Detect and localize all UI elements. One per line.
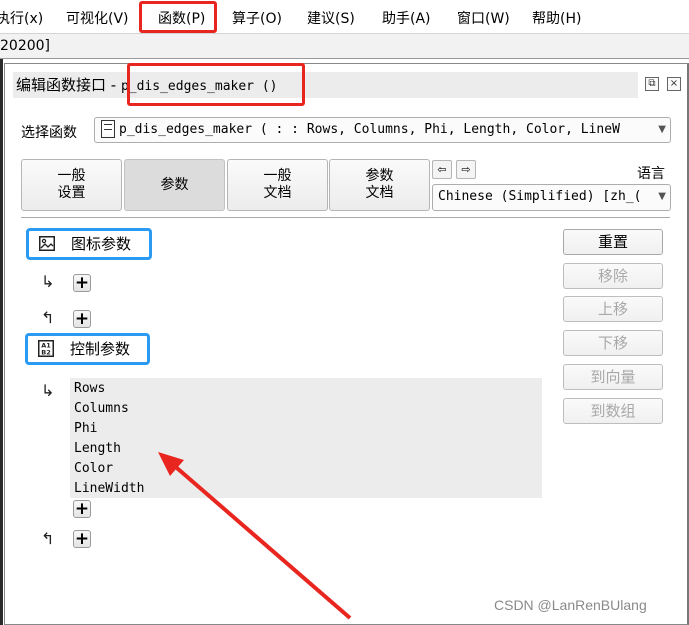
- select-function-combobox[interactable]: p_dis_edges_maker ( : : Rows, Columns, P…: [94, 117, 671, 143]
- output-arrow-icon: ↰: [41, 308, 55, 327]
- tab-parameter-documentation[interactable]: 参数 文档: [329, 159, 430, 211]
- control-input-parameter-list: Rows Columns Phi Length Color LineWidth: [70, 378, 542, 498]
- annotation-highlight-title: [127, 63, 305, 106]
- move-up-button[interactable]: 上移: [563, 296, 663, 322]
- path-text: 20200]: [0, 38, 50, 54]
- add-iconic-input-button[interactable]: +: [73, 274, 91, 292]
- tab-general-settings[interactable]: 一般 设置: [21, 159, 122, 211]
- window-edge: [0, 59, 3, 625]
- param-item[interactable]: Columns: [74, 399, 129, 419]
- output-arrow-icon: ↰: [41, 529, 55, 548]
- close-icon[interactable]: ×: [667, 77, 681, 91]
- param-item[interactable]: Length: [74, 439, 121, 459]
- select-function-label: 选择函数: [21, 125, 77, 141]
- input-arrow-icon: ↳: [41, 381, 55, 400]
- remove-button[interactable]: 移除: [563, 263, 663, 289]
- menu-bar: 执行(x) 可视化(V) 函数(P) 算子(O) 建议(S) 助手(A) 窗口(…: [0, 0, 689, 34]
- menu-execute[interactable]: 执行(x): [0, 8, 43, 28]
- select-function-value: p_dis_edges_maker ( : : Rows, Columns, P…: [119, 122, 620, 137]
- reset-button[interactable]: 重置: [563, 229, 663, 255]
- dialog-titlebar[interactable]: 编辑函数接口 - p_dis_edges_maker (): [13, 72, 638, 98]
- image-icon: [39, 236, 55, 251]
- nav-back-button[interactable]: ⇦: [432, 160, 452, 179]
- language-label: 语言: [637, 166, 665, 182]
- section-label: 控制参数: [70, 340, 131, 358]
- to-vector-button[interactable]: 到向量: [563, 364, 663, 390]
- restore-icon[interactable]: ⧉: [645, 77, 659, 91]
- nav-forward-button[interactable]: ⇨: [456, 160, 476, 179]
- add-iconic-output-button[interactable]: +: [73, 310, 91, 328]
- annotation-highlight-menu: [139, 1, 217, 33]
- input-arrow-icon: ↳: [41, 272, 55, 291]
- language-combobox[interactable]: Chinese (Simplified) [zh_( ▼: [432, 184, 671, 211]
- menu-operator[interactable]: 算子(O): [232, 8, 282, 28]
- move-down-button[interactable]: 下移: [563, 330, 663, 356]
- menu-suggestions[interactable]: 建议(S): [307, 8, 355, 28]
- svg-text:B2: B2: [41, 349, 50, 357]
- menu-assistant[interactable]: 助手(A): [382, 8, 431, 28]
- watermark: CSDN @LanRenBUlang: [494, 597, 647, 613]
- document-icon: [101, 119, 115, 138]
- section-iconic-parameters: 图标参数: [26, 228, 152, 260]
- menu-visualize[interactable]: 可视化(V): [66, 8, 129, 28]
- path-bar: 20200]: [0, 33, 689, 59]
- menu-window[interactable]: 窗口(W): [457, 8, 510, 28]
- chevron-down-icon: ▼: [658, 191, 666, 202]
- param-item[interactable]: LineWidth: [74, 479, 144, 499]
- add-control-output-button[interactable]: +: [73, 530, 91, 548]
- menu-help[interactable]: 帮助(H): [532, 8, 581, 28]
- param-item[interactable]: Phi: [74, 419, 97, 439]
- tab-parameters[interactable]: 参数: [124, 159, 225, 211]
- dialog-title-prefix: 编辑函数接口 -: [16, 76, 121, 94]
- to-array-button[interactable]: 到数组: [563, 398, 663, 424]
- section-control-parameters: A1 B2 控制参数: [25, 333, 150, 365]
- add-control-input-button[interactable]: +: [73, 500, 91, 518]
- divider: [21, 217, 670, 218]
- chevron-down-icon: ▼: [658, 124, 666, 135]
- section-label: 图标参数: [71, 235, 132, 253]
- param-item[interactable]: Color: [74, 459, 113, 479]
- a1b2-icon: A1 B2: [38, 340, 54, 357]
- tab-general-documentation[interactable]: 一般 文档: [227, 159, 328, 211]
- edit-function-interface-dialog: 编辑函数接口 - p_dis_edges_maker () ⧉ × 选择函数 p…: [4, 63, 689, 625]
- param-item[interactable]: Rows: [74, 379, 105, 399]
- language-value: Chinese (Simplified) [zh_(: [438, 189, 642, 204]
